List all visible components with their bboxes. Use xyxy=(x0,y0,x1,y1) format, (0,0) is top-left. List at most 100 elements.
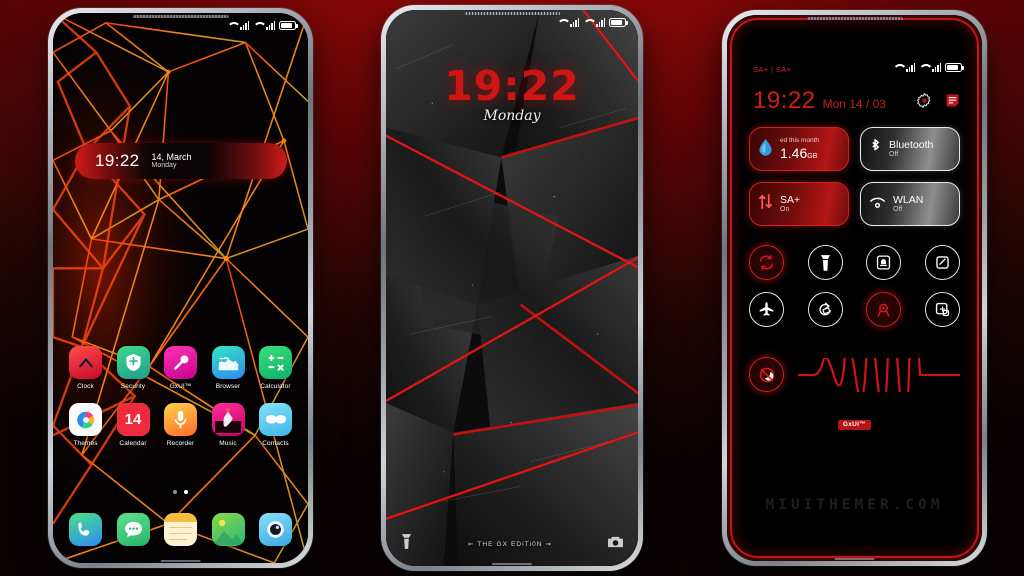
location-icon[interactable] xyxy=(866,292,902,327)
app-security[interactable]: Security xyxy=(111,346,156,390)
page-dot[interactable] xyxy=(173,490,177,494)
signal-icon xyxy=(893,63,903,72)
bottom-speaker xyxy=(834,558,875,560)
battery-icon xyxy=(945,63,964,72)
clock-widget[interactable]: 19:22 14, March Monday xyxy=(75,143,287,179)
app-label: Browser xyxy=(215,383,241,390)
app-gxui[interactable]: GxUI™ xyxy=(158,346,203,390)
card-row-1: ed this month 1.46GB Bluetooth Off xyxy=(749,127,960,171)
camera-icon[interactable] xyxy=(607,535,624,554)
gxui-badge-label: GxUI™ xyxy=(837,419,872,430)
airplane-mode-icon[interactable] xyxy=(749,292,784,327)
auto-rotate-icon[interactable] xyxy=(807,292,843,327)
app-music[interactable]: Music xyxy=(206,403,251,447)
screenshot-icon[interactable] xyxy=(924,245,960,280)
gallery-icon xyxy=(211,513,245,546)
quick-cards: ed this month 1.46GB Bluetooth Off SA+ O… xyxy=(749,127,960,237)
gxui-badge: GxUI™ xyxy=(727,413,982,431)
dock-camera[interactable] xyxy=(253,513,298,546)
do-not-disturb-icon[interactable] xyxy=(749,357,784,392)
mobile-data-state: On xyxy=(780,206,790,214)
bluetooth-title: Bluetooth xyxy=(889,138,934,151)
camera-icon xyxy=(259,513,292,546)
globe-icon xyxy=(211,346,245,379)
sync-icon[interactable] xyxy=(749,245,784,280)
dock-notes[interactable] xyxy=(158,513,203,546)
phone-icon xyxy=(69,513,102,546)
screen-record-icon[interactable] xyxy=(924,292,960,327)
app-label: Clock xyxy=(77,383,94,390)
app-label: GxUI™ xyxy=(169,383,192,390)
clock-icon xyxy=(69,346,102,379)
clock-widget-day: Monday xyxy=(151,162,177,170)
notes-icon xyxy=(164,513,197,546)
page-indicator xyxy=(53,490,308,494)
signal-icon xyxy=(583,18,593,27)
data-drop-icon xyxy=(758,138,773,161)
app-label: Calculator xyxy=(260,383,291,390)
lockscreen-signature: ⇜ THE GX EDiTi0N ⇝ xyxy=(467,541,553,548)
app-recorder[interactable]: Recorder xyxy=(158,403,203,447)
app-themes[interactable]: Themes xyxy=(63,403,108,447)
card-data-usage[interactable]: ed this month 1.46GB xyxy=(749,127,849,171)
app-label: Contacts xyxy=(262,440,289,447)
app-browser[interactable]: Browser xyxy=(206,346,251,390)
contacts-icon xyxy=(259,403,292,436)
data-arrows-icon xyxy=(758,193,773,215)
wlan-title: WLAN xyxy=(893,193,924,206)
app-clock[interactable]: Clock xyxy=(63,346,108,390)
ringer-bell-icon[interactable] xyxy=(866,245,902,280)
bluetooth-state: Off xyxy=(889,151,899,159)
settings-gear-icon[interactable] xyxy=(916,92,932,113)
lockscreen-day: Monday xyxy=(483,108,541,124)
app-calendar[interactable]: 14 Calendar xyxy=(111,403,156,447)
calendar-day-number: 14 xyxy=(116,403,150,436)
card-wlan[interactable]: WLAN Off xyxy=(860,182,960,226)
app-contacts[interactable]: Contacts xyxy=(253,403,298,447)
app-row-1: Clock Security GxUI™ Browser Calculator xyxy=(63,346,298,390)
site-watermark: MIUITHEMER.COM xyxy=(765,497,944,513)
dock-gallery[interactable] xyxy=(206,513,251,546)
cc-date: Mon 14 / 03 xyxy=(822,97,886,111)
battery-icon xyxy=(279,20,298,30)
dock xyxy=(63,513,298,546)
cc-actions xyxy=(916,92,960,113)
control-center-panel: SA+ | SA+ 19:22 Mon 14 / 03 ed this mont… xyxy=(727,15,982,561)
signal-icon xyxy=(557,18,567,27)
wifi-icon xyxy=(869,195,886,214)
dock-phone[interactable] xyxy=(63,513,108,546)
themes-icon xyxy=(69,403,102,436)
flashlight-icon[interactable] xyxy=(400,533,413,555)
sim-label: SA+ | SA+ xyxy=(753,65,792,74)
status-bar-cc xyxy=(893,63,964,72)
app-label: Music xyxy=(219,440,237,447)
app-calculator[interactable]: Calculator xyxy=(253,346,298,390)
shield-icon xyxy=(116,346,150,379)
earpiece-grille xyxy=(464,12,560,15)
signal-icon xyxy=(253,21,263,30)
toggle-grid xyxy=(749,245,960,339)
cc-header: 19:22 Mon 14 / 03 xyxy=(753,87,886,115)
app-row-2: Themes 14 Calendar Recorder Music Contac… xyxy=(63,403,298,447)
lockscreen-shortcuts: ⇜ THE GX EDiTi0N ⇝ xyxy=(386,533,638,555)
signal-icon xyxy=(266,20,276,30)
bottom-speaker xyxy=(160,560,201,562)
card-mobile-data[interactable]: SA+ On xyxy=(749,182,849,226)
bottom-speaker xyxy=(491,563,533,565)
battery-icon xyxy=(609,17,628,27)
clock-widget-date: 14, March xyxy=(151,152,192,163)
wlan-state: Off xyxy=(893,206,903,214)
phone-device-home: 19:22 14, March Monday Clock Security Gx… xyxy=(48,8,313,568)
waveform-slider[interactable] xyxy=(796,305,962,425)
card-bluetooth[interactable]: Bluetooth Off xyxy=(860,127,960,171)
signal-icon xyxy=(240,20,250,30)
signal-icon xyxy=(227,21,237,30)
signal-icon xyxy=(906,63,916,72)
toggle-row-2 xyxy=(749,292,960,327)
flashlight-icon[interactable] xyxy=(807,245,843,280)
dock-messages[interactable] xyxy=(111,513,156,546)
edit-toggles-icon[interactable] xyxy=(945,93,960,113)
page-dot-active[interactable] xyxy=(184,490,188,494)
music-icon xyxy=(211,403,245,436)
signal-icon xyxy=(596,17,606,27)
